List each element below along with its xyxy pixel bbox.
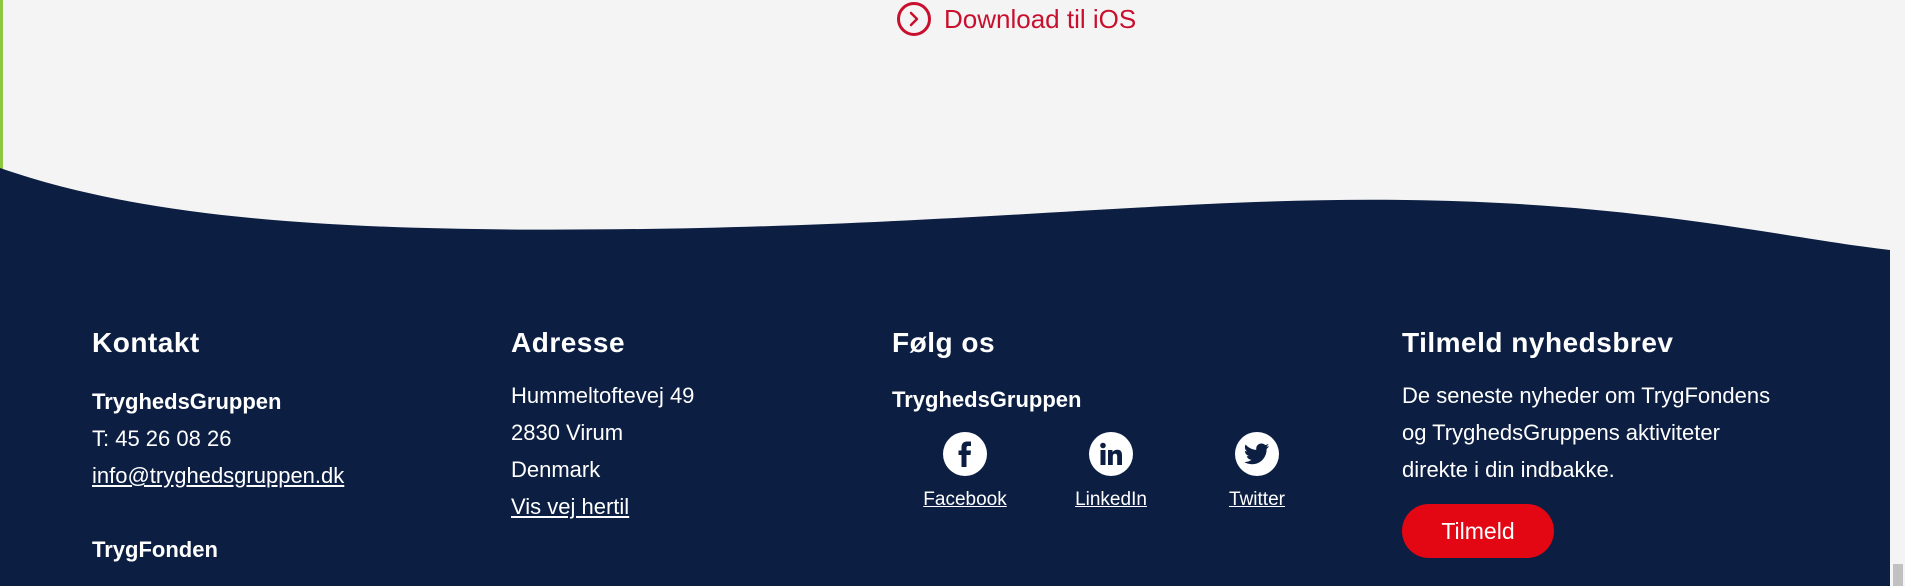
- contact-org-tryghedsgruppen: TryghedsGruppen: [92, 389, 282, 414]
- subscribe-button[interactable]: Tilmeld: [1402, 504, 1554, 558]
- newsletter-heading: Tilmeld nyhedsbrev: [1402, 327, 1674, 358]
- newsletter-text-line-1: De seneste nyheder om TrygFondens: [1402, 383, 1771, 408]
- address-country: Denmark: [511, 457, 601, 482]
- download-ios-label: Download til iOS: [944, 3, 1137, 34]
- contact-org-trygfonden: TrygFonden: [92, 537, 218, 562]
- twitter-icon: [1235, 432, 1279, 476]
- newsletter-section: Tilmeld nyhedsbrev De seneste nyheder om…: [1402, 327, 1802, 558]
- address-section: Adresse Hummeltoftevej 49 2830 Virum Den…: [511, 327, 694, 525]
- directions-link[interactable]: Vis vej hertil: [511, 494, 629, 519]
- social-links: Facebook LinkedIn Twitter: [892, 432, 1330, 511]
- address-street: Hummeltoftevej 49: [511, 383, 695, 408]
- twitter-link[interactable]: Twitter: [1184, 432, 1330, 511]
- twitter-label: Twitter: [1229, 489, 1285, 510]
- contact-heading: Kontakt: [92, 327, 200, 358]
- contact-phone: T: 45 26 08 26: [92, 426, 232, 451]
- contact-email-link[interactable]: info@tryghedsgruppen.dk: [92, 463, 344, 488]
- linkedin-label: LinkedIn: [1075, 489, 1147, 510]
- address-heading: Adresse: [511, 327, 626, 358]
- chevron-right-icon: [897, 2, 931, 36]
- follow-org: TryghedsGruppen: [892, 387, 1082, 412]
- newsletter-text-line-2: og TryghedsGruppens aktiviteter: [1402, 420, 1720, 445]
- scrollbar-thumb[interactable]: [1893, 564, 1903, 586]
- linkedin-icon: [1089, 432, 1133, 476]
- facebook-link[interactable]: Facebook: [892, 432, 1038, 511]
- follow-section: Følg os TryghedsGruppen Facebook LinkedI…: [892, 327, 1330, 511]
- follow-heading: Følg os: [892, 327, 996, 358]
- linkedin-link[interactable]: LinkedIn: [1038, 432, 1184, 511]
- newsletter-text-line-3: direkte i din indbakke.: [1402, 457, 1615, 482]
- download-ios-link[interactable]: Download til iOS: [897, 0, 1136, 38]
- facebook-label: Facebook: [923, 489, 1007, 510]
- address-city: 2830 Virum: [511, 420, 624, 445]
- facebook-icon: [943, 432, 987, 476]
- contact-section: Kontakt TryghedsGruppen T: 45 26 08 26 i…: [92, 327, 344, 568]
- scrollbar[interactable]: [1890, 0, 1905, 586]
